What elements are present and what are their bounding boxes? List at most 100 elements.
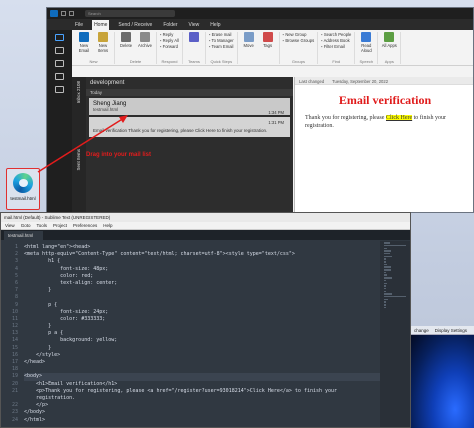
minimap-line	[384, 242, 390, 244]
move-button[interactable]: Move	[241, 32, 257, 48]
minimap-line	[384, 287, 386, 290]
new-items-button[interactable]: New Items	[95, 32, 111, 53]
filter-email-button[interactable]: Filter Email	[321, 44, 351, 49]
code-line: <h1>Email verification</h1>	[24, 380, 118, 387]
reply-all-button[interactable]: Reply All	[160, 38, 179, 43]
minimap-line	[384, 306, 386, 309]
people-icon[interactable]	[55, 60, 64, 67]
read-aloud-button[interactable]: Read Aloud	[358, 32, 374, 53]
quick-step-team-email[interactable]: Team Email	[209, 44, 234, 49]
delete-button[interactable]: Delete	[118, 32, 134, 48]
address-book-button[interactable]: Address Book	[321, 38, 351, 43]
tab-file[interactable]: File	[73, 20, 85, 30]
minimap-line	[384, 295, 406, 298]
teams-icon	[188, 32, 199, 42]
forward-button[interactable]: Forward	[160, 44, 179, 49]
last-changed-label: Last changed	[299, 79, 325, 84]
mail-icon[interactable]	[55, 34, 64, 41]
archive-button[interactable]: Archive	[137, 32, 153, 48]
line-number: 5	[14, 272, 18, 279]
mail-time: 1:34 PM	[268, 110, 284, 115]
quick-step-erase-mail[interactable]: Erase mail	[209, 32, 234, 37]
code-line: h1 {	[24, 258, 61, 265]
new-email-icon	[79, 32, 89, 42]
code-line: font-size: 48px;	[24, 265, 109, 272]
code-line: font-size: 24px;	[24, 308, 109, 315]
ribbon-group-label: Respond	[161, 59, 178, 64]
tags-button[interactable]: Tags	[260, 32, 276, 48]
code-editor[interactable]: <html lang="en"><head> <meta http-equiv="…	[21, 241, 380, 427]
tab-send-receive[interactable]: Send / Receive	[116, 20, 154, 30]
minimap-line	[384, 261, 386, 263]
quick-step-to-manager[interactable]: To Manager	[209, 38, 234, 43]
save-icon[interactable]	[61, 11, 66, 16]
search-input[interactable]: Search	[85, 10, 175, 17]
line-number: 21	[11, 387, 18, 394]
calendar-icon[interactable]	[55, 47, 64, 54]
teams-button[interactable]	[186, 32, 202, 43]
menu-preferences[interactable]: Preferences	[73, 223, 97, 228]
mail-item[interactable]: Sheng Jiang testmail.html 1:34 PM	[89, 98, 290, 115]
outlook-tabs: File Home Send / Receive Folder View Hel…	[47, 19, 473, 30]
line-number: 17	[11, 359, 18, 365]
ribbon-group-label: Quick Steps	[210, 59, 233, 64]
code-line: <html lang="en"><head>	[24, 244, 91, 250]
teams-nav-icon[interactable]	[55, 86, 64, 93]
sublime-titlebar: mail.html (Default) - Sublime Text (UNRE…	[1, 213, 410, 222]
display-settings-button[interactable]: Display Settings	[435, 328, 467, 333]
minimap-line	[384, 277, 392, 279]
code-line: }	[24, 344, 52, 351]
tasks-icon[interactable]	[55, 73, 64, 80]
mail-item[interactable]: 1:31 PM Email verification Thank you for…	[89, 117, 290, 137]
outlook-app-icon	[50, 10, 58, 17]
annotation-text: Drag into your mail list	[86, 152, 152, 158]
code-line: color: red;	[24, 272, 94, 279]
reply-button[interactable]: Reply	[160, 32, 179, 37]
tab-folder[interactable]: Folder	[161, 20, 179, 30]
reading-pane: Last changed Tuesday, September 20, 2022…	[294, 77, 473, 212]
line-number: 6	[14, 279, 18, 286]
tab-view[interactable]: View	[187, 20, 202, 30]
click-here-link[interactable]: Click Here	[385, 115, 413, 121]
new-email-button[interactable]: New Email	[76, 32, 92, 53]
browse-groups-button[interactable]: Browse Groups	[283, 38, 314, 43]
delete-label: Delete	[119, 43, 133, 48]
speaker-icon	[361, 32, 372, 42]
line-number	[1, 395, 18, 402]
minimap-line	[384, 258, 387, 260]
code-line: <body>	[24, 373, 380, 381]
folder-sent-items[interactable]: Sent Items	[76, 149, 81, 171]
search-people-field[interactable]: Search People	[321, 32, 351, 37]
all-apps-label: All Apps	[381, 43, 397, 48]
wallpaper-preview	[411, 335, 474, 428]
menu-tools[interactable]: Tools	[36, 223, 47, 228]
undo-icon[interactable]	[69, 11, 74, 16]
mail-group-today[interactable]: Today	[86, 89, 293, 96]
minimap-line	[384, 263, 387, 266]
tab-home[interactable]: Home	[92, 20, 110, 30]
all-apps-button[interactable]: All Apps	[381, 32, 397, 48]
tab-testmail[interactable]: testmail.html	[4, 231, 44, 240]
minimap-line	[384, 269, 391, 271]
ribbon-group-label: Apps	[384, 59, 394, 64]
line-number: 11	[11, 315, 18, 322]
new-group-button[interactable]: New Group	[283, 32, 315, 37]
change-button[interactable]: change	[414, 328, 429, 333]
minimap[interactable]	[380, 241, 410, 427]
sublime-window: mail.html (Default) - Sublime Text (UNRE…	[0, 212, 411, 428]
folder-inbox[interactable]: Inbox 2108	[76, 81, 81, 103]
minimap-line	[384, 244, 406, 247]
desktop-file-icon[interactable]: testmail.html	[6, 168, 40, 210]
menu-goto[interactable]: Goto	[21, 223, 31, 228]
menu-view[interactable]: View	[5, 223, 15, 228]
ribbon-group-label: New	[89, 59, 98, 64]
ribbon-group-teams: Teams	[183, 32, 206, 64]
menu-help[interactable]: Help	[103, 223, 112, 228]
ribbon-group-label: Delete	[129, 59, 142, 64]
code-line: color: #333333;	[24, 315, 106, 322]
tab-help[interactable]: Help	[208, 20, 222, 30]
code-line: text-align: center;	[24, 279, 118, 286]
menu-project[interactable]: Project	[53, 223, 67, 228]
line-number: 4	[14, 265, 18, 272]
